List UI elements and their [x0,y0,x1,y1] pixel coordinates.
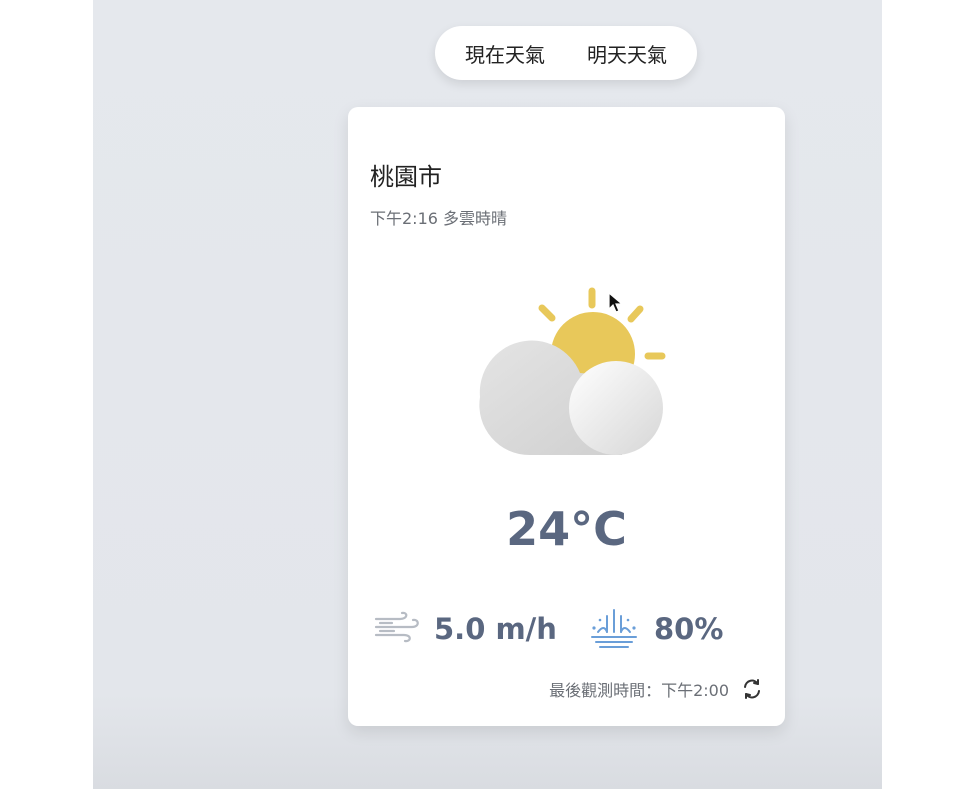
rain-icon [588,606,640,652]
temperature-value: 24°C [506,502,627,556]
rain-stat: 80% [588,609,723,649]
tab-tomorrow-weather[interactable]: 明天天氣 [587,39,667,68]
last-observation: 最後觀測時間：下午2:00 [549,677,763,701]
partly-cloudy-day-icon [470,277,670,467]
tab-current-weather[interactable]: 現在天氣 [465,39,545,68]
wind-stat: 5.0 m/h [374,609,557,649]
observed-time-label: 最後觀測時間：下午2:00 [549,681,729,700]
refresh-icon[interactable] [741,678,763,700]
location-title: 桃園市 [370,163,442,191]
weather-description: 下午2:16 多雲時晴 [370,209,508,228]
weather-tab-switcher: 現在天氣 明天天氣 [435,26,697,80]
weather-card: 桃園市 下午2:16 多雲時晴 24°C 5.0 m/h 80% 最後觀測時間：… [348,107,785,726]
mouse-cursor-icon [608,291,624,318]
wind-speed-value: 5.0 m/h [434,612,557,646]
wind-icon [374,610,420,648]
app-background: 現在天氣 明天天氣 桃園市 下午2:16 多雲時晴 24°C 5.0 m/h 8… [93,0,882,789]
rain-probability-value: 80% [654,612,724,646]
